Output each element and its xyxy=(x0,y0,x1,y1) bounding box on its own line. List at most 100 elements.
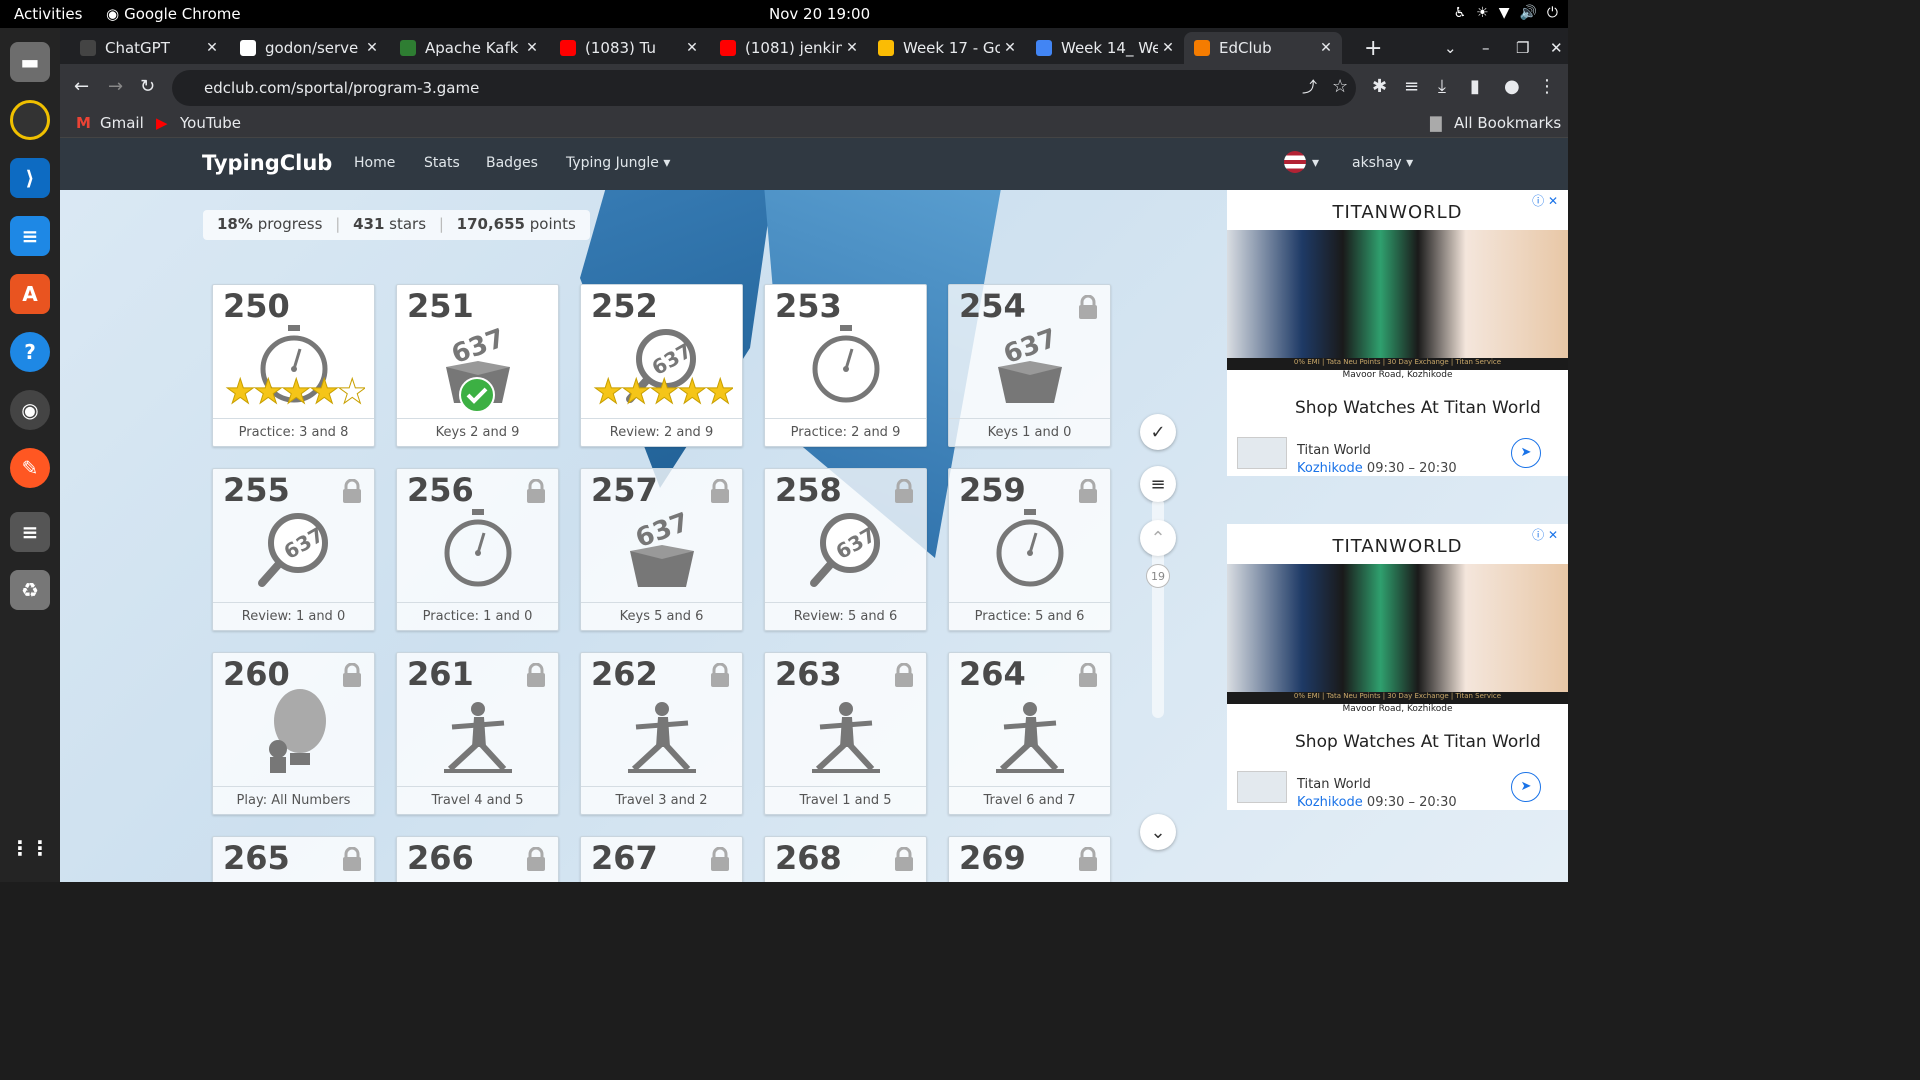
close-tab-icon[interactable]: ✕ xyxy=(1158,40,1178,56)
balloon-ninja-icon xyxy=(269,689,326,773)
tab-7[interactable]: Week 14_ We ✕ xyxy=(1026,32,1184,64)
lesson-card[interactable]: 252 637 ★ ★ ★ ★ ★ Review: 2 and 9 xyxy=(580,284,743,447)
lesson-card[interactable]: 256 Practice: 1 and 0 xyxy=(396,468,559,631)
ad-brand: TITANWORLD xyxy=(1332,536,1463,557)
lock-icon xyxy=(343,663,361,687)
minimize-icon[interactable]: – xyxy=(1472,32,1490,64)
close-tab-icon[interactable]: ✕ xyxy=(1316,40,1336,56)
trash-icon[interactable]: ♻ xyxy=(10,570,50,610)
close-tab-icon[interactable]: ✕ xyxy=(1000,40,1020,56)
software-icon[interactable]: A xyxy=(10,274,50,314)
tab-favicon-icon xyxy=(560,40,576,56)
lesson-card[interactable]: 265 xyxy=(212,836,375,882)
active-app-menu[interactable]: ◉ Google Chrome xyxy=(106,5,241,23)
level-scroll-track[interactable] xyxy=(1152,498,1164,718)
tab-3[interactable]: Apache Kafk ✕ xyxy=(390,32,548,64)
titan-ad[interactable]: ⓘ ✕ TITANWORLD 0% EMI | Tata Neu Points … xyxy=(1227,524,1568,810)
lesson-card[interactable]: 268 xyxy=(764,836,927,882)
nav-typing-jungle[interactable]: Typing Jungle ▾ xyxy=(566,155,670,171)
tab-6[interactable]: Week 17 - Go ✕ xyxy=(868,32,1026,64)
titan-ad[interactable]: ⓘ ✕ TITANWORLD 0% EMI | Tata Neu Points … xyxy=(1227,190,1568,476)
language-caret-icon[interactable]: ▾ xyxy=(1312,155,1319,171)
system-tray[interactable]: ♿ ☀ ▼ 🔊 ⏻ xyxy=(1454,5,1558,21)
tab-1[interactable]: ChatGPT ✕ xyxy=(70,32,228,64)
bookmark-star-icon[interactable]: ☆ xyxy=(1332,76,1348,97)
profile-avatar[interactable]: ● xyxy=(1504,76,1520,97)
brand-logo[interactable]: TypingClub xyxy=(202,151,332,175)
nav-badges[interactable]: Badges xyxy=(486,155,538,171)
files-icon[interactable]: ▬ xyxy=(10,42,50,82)
terminal-icon[interactable]: ≡ xyxy=(10,512,50,552)
help-icon[interactable]: ? xyxy=(10,332,50,372)
clock[interactable]: Nov 20 19:00 xyxy=(769,5,870,23)
reload-icon[interactable]: ↻ xyxy=(140,76,155,97)
lesson-card[interactable]: 263 Travel 1 and 5 xyxy=(764,652,927,815)
directions-icon[interactable]: ➤ xyxy=(1511,772,1541,802)
lesson-card[interactable]: 254 637 Keys 1 and 0 xyxy=(948,284,1111,447)
level-indicator[interactable]: 19 xyxy=(1146,564,1170,588)
ad-headline[interactable]: Shop Watches At Titan World xyxy=(1295,732,1541,752)
lock-icon xyxy=(527,847,545,871)
map-thumbnail[interactable] xyxy=(1237,771,1287,803)
tab-4[interactable]: (1083) Tu ✕ xyxy=(550,32,708,64)
ad-headline[interactable]: Shop Watches At Titan World xyxy=(1295,398,1541,418)
nav-home[interactable]: Home xyxy=(354,155,395,171)
lesson-label: Keys 1 and 0 xyxy=(949,418,1110,446)
directions-icon[interactable]: ➤ xyxy=(1511,438,1541,468)
close-tab-icon[interactable]: ✕ xyxy=(682,40,702,56)
rhythmbox-icon[interactable] xyxy=(10,100,50,140)
close-tab-icon[interactable]: ✕ xyxy=(202,40,222,56)
tab-5[interactable]: (1081) jenkin ✕ xyxy=(710,32,868,64)
share-icon[interactable]: ⤴ xyxy=(1302,76,1317,97)
lesson-card[interactable]: 267 xyxy=(580,836,743,882)
new-tab-button[interactable]: + xyxy=(1354,32,1382,64)
close-tab-icon[interactable]: ✕ xyxy=(842,40,862,56)
writer-icon[interactable]: ≡ xyxy=(10,216,50,256)
all-bookmarks[interactable]: All Bookmarks xyxy=(1454,114,1561,132)
forward-icon[interactable]: → xyxy=(108,76,123,97)
download-icon[interactable]: ⤓ xyxy=(1438,76,1446,97)
lesson-card[interactable]: 253 Practice: 2 and 9 xyxy=(764,284,927,447)
user-menu[interactable]: akshay ▾ xyxy=(1352,155,1413,171)
check-circle-icon: ✓ xyxy=(1150,421,1166,443)
lesson-card[interactable]: 262 Travel 3 and 2 xyxy=(580,652,743,815)
close-window-icon[interactable]: ✕ xyxy=(1540,32,1563,64)
us-flag-icon[interactable] xyxy=(1284,151,1306,173)
tab-2[interactable]: godon/serve ✕ xyxy=(230,32,388,64)
bookmark-gmail[interactable]: Gmail xyxy=(100,114,144,132)
lesson-card[interactable]: 264 Travel 6 and 7 xyxy=(948,652,1111,815)
accessibility-icon: ♿ xyxy=(1453,5,1467,21)
vscode-icon[interactable]: ⟩ xyxy=(10,158,50,198)
lesson-card[interactable]: 258 637 Review: 5 and 6 xyxy=(764,468,927,631)
back-icon[interactable]: ← xyxy=(74,76,89,97)
lesson-card[interactable]: 255 637 Review: 1 and 0 xyxy=(212,468,375,631)
lesson-card[interactable]: 250 ★ ★ ★ ★ ★ Practice: 3 and 8 xyxy=(212,284,375,447)
lesson-card[interactable]: 251 637 Keys 2 and 9 xyxy=(396,284,559,447)
tab-8[interactable]: EdClub ✕ xyxy=(1184,32,1342,64)
close-tab-icon[interactable]: ✕ xyxy=(362,40,382,56)
lesson-card[interactable]: 260 Play: All Numbers xyxy=(212,652,375,815)
tab-search-icon[interactable]: ⌄ xyxy=(1434,32,1457,64)
extensions-icon[interactable]: ✱ xyxy=(1372,76,1387,97)
scroll-down-button[interactable]: ⌄ xyxy=(1140,814,1176,850)
nav-stats[interactable]: Stats xyxy=(424,155,460,171)
chrome-icon[interactable]: ◉ xyxy=(10,390,50,430)
maximize-icon[interactable]: ❐ xyxy=(1506,32,1529,64)
side-panel-icon[interactable]: ▮ xyxy=(1470,76,1480,97)
map-thumbnail[interactable] xyxy=(1237,437,1287,469)
lesson-card[interactable]: 269 xyxy=(948,836,1111,882)
completed-filter-button[interactable]: ✓ xyxy=(1140,414,1176,450)
lesson-card[interactable]: 266 xyxy=(396,836,559,882)
lesson-card[interactable]: 261 Travel 4 and 5 xyxy=(396,652,559,815)
media-icon[interactable]: ≡ xyxy=(1404,76,1419,97)
lesson-card[interactable]: 259 Practice: 5 and 6 xyxy=(948,468,1111,631)
address-bar[interactable]: edclub.com/sportal/program-3.game xyxy=(172,70,1356,106)
menu-icon[interactable]: ⋮ xyxy=(1538,76,1556,97)
draw-icon[interactable]: ✎ xyxy=(10,448,50,488)
bookmark-youtube[interactable]: YouTube xyxy=(180,114,241,132)
activities-button[interactable]: Activities xyxy=(14,5,82,23)
apps-grid-icon[interactable]: ⋮⋮ xyxy=(10,828,50,868)
list-view-button[interactable]: ≡ xyxy=(1140,466,1176,502)
close-tab-icon[interactable]: ✕ xyxy=(522,40,542,56)
lesson-card[interactable]: 257 637 Keys 5 and 6 xyxy=(580,468,743,631)
